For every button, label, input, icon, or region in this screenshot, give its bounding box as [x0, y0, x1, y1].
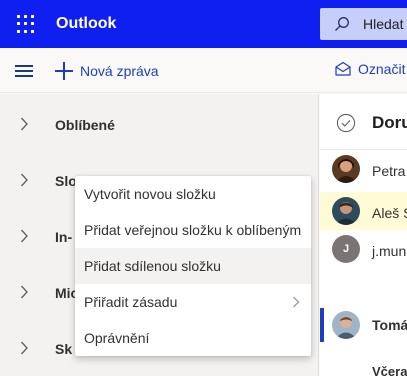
avatar: J	[332, 235, 360, 263]
chevron-right-icon[interactable]	[19, 172, 29, 188]
chevron-right-icon	[293, 296, 300, 308]
chevron-right-icon[interactable]	[19, 116, 29, 132]
hamburger-menu-icon[interactable]	[15, 65, 33, 77]
mark-read-label: Označit	[358, 61, 406, 77]
menu-item-add-shared-folder[interactable]: Přidat sdílenou složku	[75, 248, 311, 284]
list-item[interactable]: Petra	[320, 152, 407, 190]
chevron-right-icon[interactable]	[19, 284, 29, 300]
folder-favorites[interactable]: Oblíbené	[0, 96, 319, 152]
context-menu: Vytvořit novou složku Přidat veřejnou sl…	[75, 176, 311, 356]
message-sender: Petra	[372, 163, 406, 179]
message-list-header: Doru	[320, 94, 407, 150]
folder-label: Oblíbené	[55, 117, 115, 133]
chevron-right-icon[interactable]	[19, 228, 29, 244]
menu-item-label: Vytvořit novou složku	[84, 186, 216, 202]
message-sender: j.mun	[372, 243, 407, 259]
search-icon	[335, 17, 349, 31]
message-sender: Tomá	[372, 317, 407, 333]
list-item[interactable]: Aleš S	[320, 192, 407, 230]
menu-item-label: Přidat sdílenou složku	[84, 258, 221, 274]
list-item[interactable]: Tomá	[320, 308, 407, 342]
new-mail-button[interactable]: Nová zpráva	[55, 60, 159, 82]
top-bar: Outlook Hledat	[0, 0, 407, 48]
folder-label: Sk	[55, 341, 73, 357]
search-label: Hledat	[363, 16, 404, 32]
avatar	[332, 197, 360, 225]
avatar	[332, 155, 360, 183]
menu-item-label: Přidat veřejnou složku k oblíbeným	[84, 222, 302, 238]
avatar	[332, 311, 360, 339]
plus-icon	[55, 62, 73, 80]
menu-item-create-folder[interactable]: Vytvořit novou složku	[75, 176, 311, 212]
inbox-title[interactable]: Doru	[372, 113, 407, 133]
envelope-open-icon	[335, 61, 351, 76]
avatar-initial: J	[342, 243, 350, 255]
menu-item-label: Přiřadit zásadu	[84, 294, 178, 310]
menu-item-permissions[interactable]: Oprávnění	[75, 320, 311, 356]
message-sender: Aleš S	[372, 205, 407, 221]
folder-label: In-	[55, 229, 73, 245]
menu-item-assign-policy[interactable]: Přiřadit zásadu	[75, 284, 311, 320]
chevron-right-icon[interactable]	[19, 340, 29, 356]
message-list: Doru Petra Aleš S J j.mun Tomá Včera	[320, 94, 407, 376]
section-label: Včera	[372, 364, 407, 376]
app-launcher-icon[interactable]	[15, 14, 35, 34]
search-box[interactable]: Hledat	[320, 8, 407, 40]
command-bar: Nová zpráva Označit	[0, 48, 407, 93]
mark-read-button[interactable]: Označit	[334, 60, 405, 78]
menu-item-add-public-folder[interactable]: Přidat veřejnou složku k oblíbeným	[75, 212, 311, 248]
list-item[interactable]: J j.mun	[320, 232, 407, 270]
select-all-icon[interactable]	[336, 113, 356, 133]
menu-item-label: Oprávnění	[84, 330, 150, 346]
folder-label: Slo	[55, 173, 77, 189]
app-title[interactable]: Outlook	[56, 14, 116, 34]
new-mail-label: Nová zpráva	[80, 63, 159, 79]
